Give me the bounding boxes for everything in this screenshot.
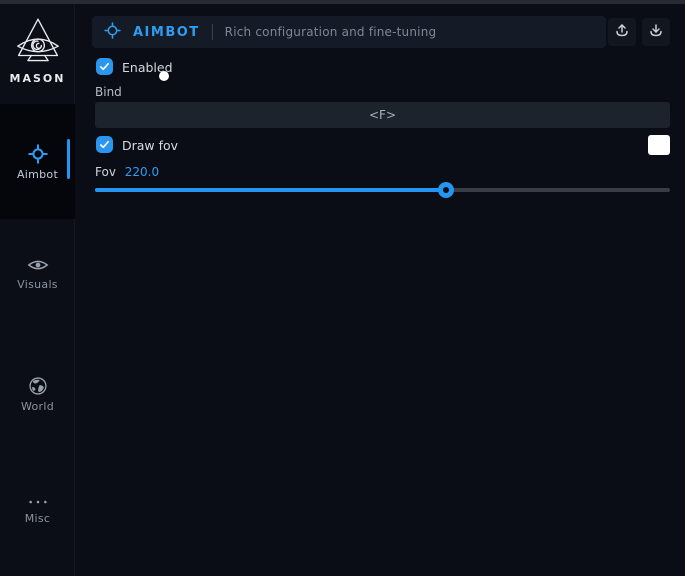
draw-fov-label: Draw fov — [122, 138, 178, 153]
bind-key-field[interactable]: <F> — [95, 102, 670, 128]
fov-color-swatch[interactable] — [648, 135, 670, 155]
mason-eye-triangle-icon — [0, 14, 75, 70]
app-logo: MASON — [0, 14, 75, 85]
sidebar-item-aimbot[interactable]: Aimbot — [0, 104, 75, 219]
bind-key-value: <F> — [369, 108, 396, 122]
draw-fov-checkbox[interactable] — [96, 136, 113, 153]
upload-icon — [614, 22, 630, 42]
active-tab-indicator — [67, 139, 70, 179]
check-icon — [99, 135, 110, 154]
logo-title: MASON — [0, 72, 75, 85]
sidebar-item-world[interactable]: World — [0, 376, 75, 413]
ellipsis-icon — [0, 496, 75, 508]
sidebar-item-visuals[interactable]: Visuals — [0, 256, 75, 291]
crosshair-icon — [104, 22, 121, 43]
fov-label: Fov — [95, 165, 116, 179]
download-icon — [648, 22, 664, 42]
import-config-button[interactable] — [642, 18, 670, 46]
crosshair-icon — [0, 144, 75, 164]
sidebar: MASON Aimbot — [0, 4, 75, 576]
fov-label-row: Fov 220.0 — [95, 165, 159, 179]
fov-value: 220.0 — [125, 165, 159, 179]
page-header: AIMBOT Rich configuration and fine-tunin… — [92, 16, 606, 48]
window-top-edge — [0, 0, 685, 4]
sidebar-item-misc[interactable]: Misc — [0, 496, 75, 525]
fov-slider-handle[interactable] — [438, 182, 454, 198]
enabled-checkbox[interactable] — [96, 58, 113, 75]
header-divider — [212, 24, 213, 40]
check-icon — [99, 57, 110, 76]
page-subtitle: Rich configuration and fine-tuning — [225, 25, 437, 39]
sidebar-item-label: Misc — [0, 512, 75, 525]
page-title: AIMBOT — [133, 25, 200, 40]
mouse-cursor-dot — [159, 71, 169, 81]
export-config-button[interactable] — [608, 18, 636, 46]
bind-label: Bind — [95, 85, 122, 99]
fov-slider[interactable] — [95, 188, 670, 192]
eye-icon — [0, 256, 75, 274]
fov-slider-fill — [95, 188, 446, 192]
sidebar-item-label: World — [0, 400, 75, 413]
sidebar-item-label: Visuals — [0, 278, 75, 291]
sidebar-item-label: Aimbot — [0, 168, 75, 181]
globe-icon — [0, 376, 75, 396]
